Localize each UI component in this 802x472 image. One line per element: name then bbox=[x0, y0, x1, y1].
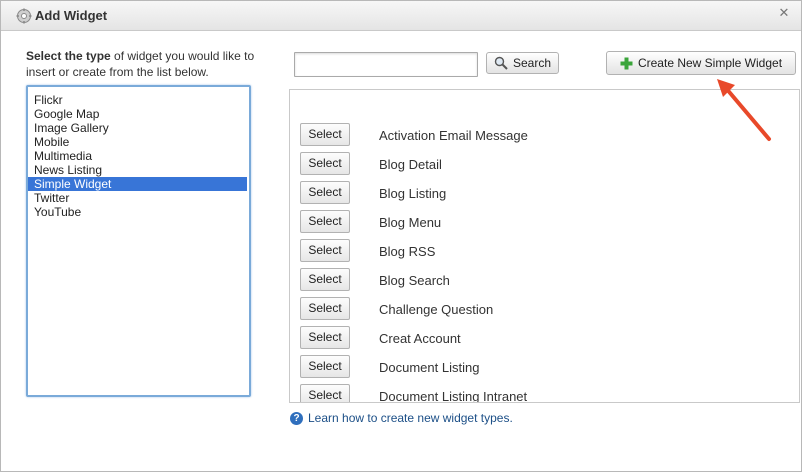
widget-name: Blog Menu bbox=[379, 215, 442, 230]
widget-type-item[interactable]: Image Gallery bbox=[28, 121, 247, 135]
widget-type-item[interactable]: Simple Widget bbox=[28, 177, 247, 191]
widget-row: Select Document Listing Intranet bbox=[290, 384, 790, 403]
question-icon: ? bbox=[290, 411, 303, 425]
widget-name: Blog Listing bbox=[379, 186, 447, 201]
widget-name: Blog Detail bbox=[379, 157, 442, 172]
add-widget-dialog: Add Widget ✕ Select the type of widget y… bbox=[0, 0, 802, 472]
widget-type-item[interactable]: Multimedia bbox=[28, 149, 247, 163]
widget-row: Select Blog Detail bbox=[290, 152, 790, 176]
widget-type-item[interactable]: Flickr bbox=[28, 93, 247, 107]
help-link-text[interactable]: Learn how to create new widget types. bbox=[308, 411, 513, 425]
red-arrow-annotation bbox=[717, 79, 771, 141]
select-button[interactable]: Select bbox=[300, 239, 350, 262]
widget-name: Document Listing bbox=[379, 360, 480, 375]
widget-name: Document Listing Intranet bbox=[379, 389, 528, 403]
dialog-title: Add Widget bbox=[35, 8, 108, 23]
widget-row: Select Document Listing bbox=[290, 355, 790, 379]
create-button-label: Create New Simple Widget bbox=[637, 56, 783, 70]
widget-name: Blog RSS bbox=[379, 244, 436, 259]
select-button[interactable]: Select bbox=[300, 297, 350, 320]
close-icon[interactable]: ✕ bbox=[777, 6, 791, 20]
widget-name: Activation Email Message bbox=[379, 128, 528, 143]
widget-row: Select Challenge Question bbox=[290, 297, 790, 321]
widget-type-item[interactable]: Google Map bbox=[28, 107, 247, 121]
widget-type-item[interactable]: Twitter bbox=[28, 191, 247, 205]
widget-type-item[interactable]: News Listing bbox=[28, 163, 247, 177]
select-button[interactable]: Select bbox=[300, 152, 350, 175]
select-button[interactable]: Select bbox=[300, 181, 350, 204]
instructions-bold: Select the type bbox=[26, 49, 111, 63]
widget-row: Select Creat Account bbox=[290, 326, 790, 350]
widget-name: Challenge Question bbox=[379, 302, 494, 317]
help-link[interactable]: ? Learn how to create new widget types. bbox=[290, 411, 513, 425]
widget-type-list[interactable]: Flickr Google Map Image Gallery Mobile Multi… bbox=[26, 85, 251, 397]
select-button[interactable]: Select bbox=[300, 384, 350, 402]
widget-name: Blog Search bbox=[379, 273, 450, 288]
select-button[interactable]: Select bbox=[300, 123, 350, 146]
widget-type-item[interactable]: Mobile bbox=[28, 135, 247, 149]
widget-name: Creat Account bbox=[379, 331, 461, 346]
widget-row: Select Blog Listing bbox=[290, 181, 790, 205]
search-input[interactable] bbox=[294, 52, 478, 77]
widget-type-item[interactable]: YouTube bbox=[28, 205, 247, 219]
widget-row: Select Blog Menu bbox=[290, 210, 790, 234]
gear-icon bbox=[16, 8, 32, 24]
instructions: Select the type of widget you would like… bbox=[26, 48, 281, 80]
title-bar: Add Widget ✕ bbox=[1, 1, 801, 31]
magnifier-icon bbox=[494, 56, 508, 70]
widget-row: Select Blog Search bbox=[290, 268, 790, 292]
search-button-label: Search bbox=[512, 56, 552, 70]
select-button[interactable]: Select bbox=[300, 326, 350, 349]
select-button[interactable]: Select bbox=[300, 268, 350, 291]
select-button[interactable]: Select bbox=[300, 355, 350, 378]
search-button[interactable]: Search bbox=[486, 52, 559, 74]
select-button[interactable]: Select bbox=[300, 210, 350, 233]
plus-icon bbox=[620, 57, 633, 70]
widget-row: Select Blog RSS bbox=[290, 239, 790, 263]
